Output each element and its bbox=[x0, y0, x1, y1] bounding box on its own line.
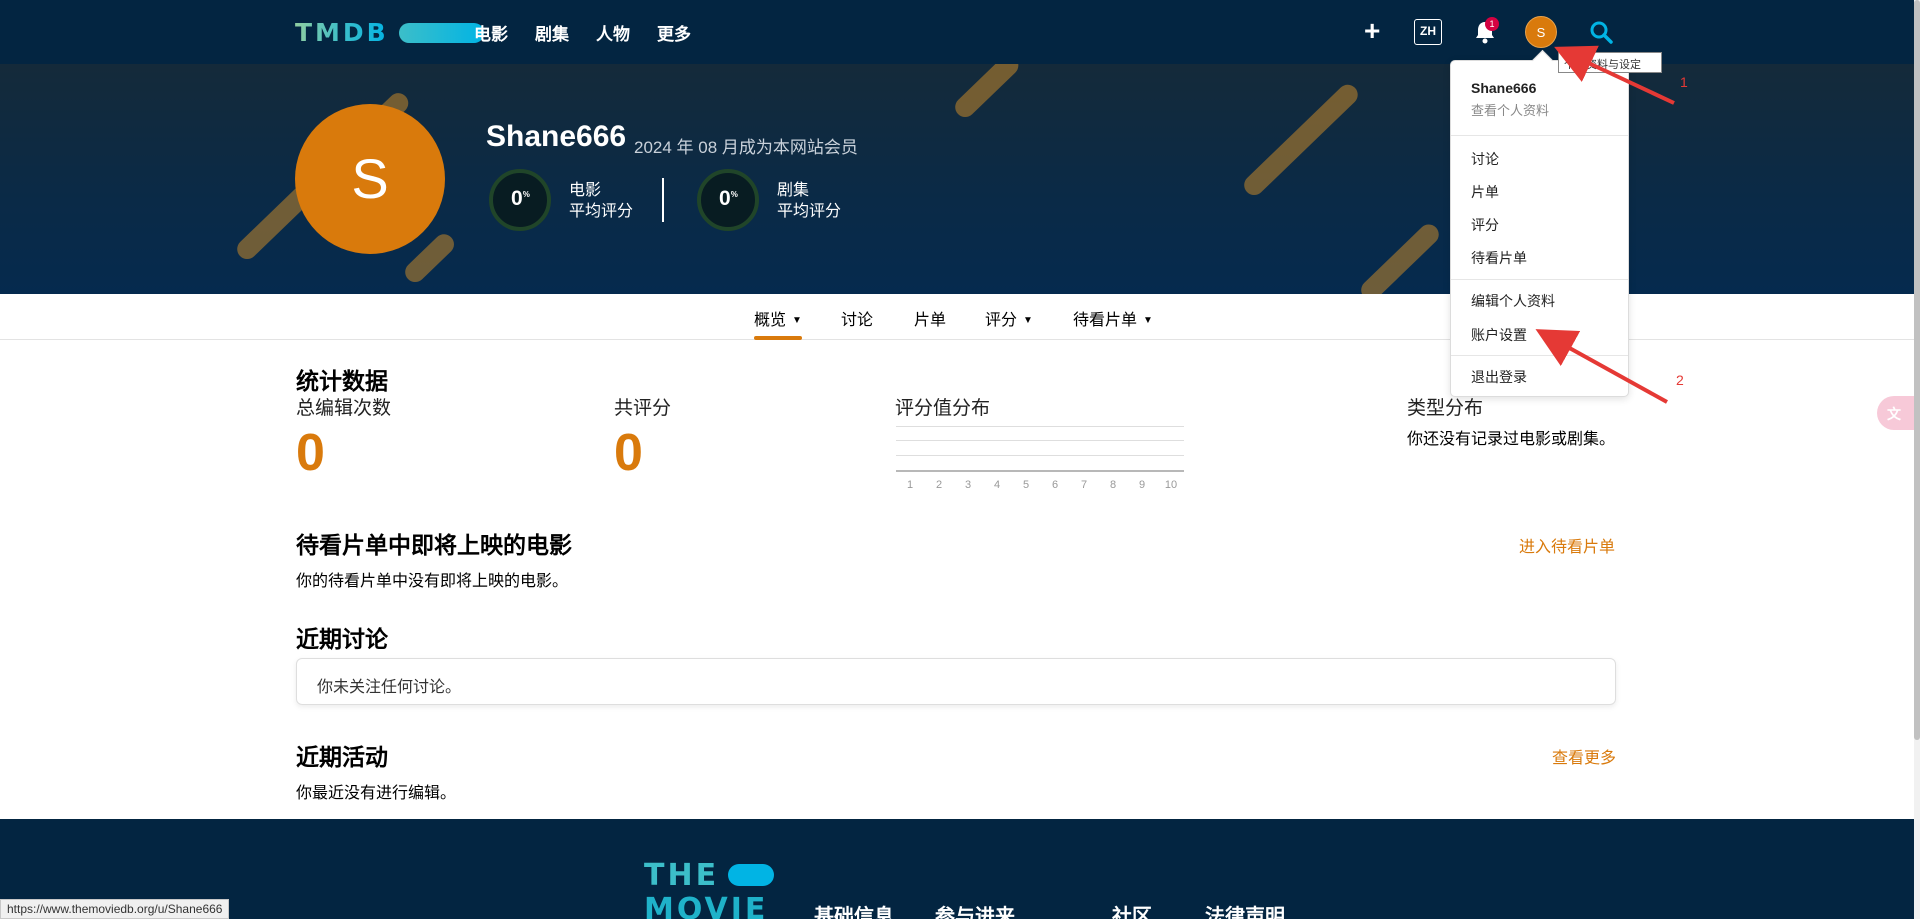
menu-divider bbox=[1451, 279, 1628, 280]
logo-text: TMDB bbox=[295, 18, 389, 47]
add-icon[interactable]: + bbox=[1364, 17, 1380, 45]
discussions-heading: 近期讨论 bbox=[296, 626, 388, 652]
dropdown-username[interactable]: Shane666 bbox=[1471, 80, 1536, 96]
tab-discussions[interactable]: 讨论 bbox=[841, 306, 873, 330]
genre-distribution-label: 类型分布 bbox=[1407, 398, 1484, 419]
rating-distribution-label: 评分值分布 bbox=[895, 398, 991, 419]
nav-movies[interactable]: 电影 bbox=[474, 20, 508, 45]
menu-item-edit-profile[interactable]: 编辑个人资料 bbox=[1471, 291, 1555, 311]
menu-divider bbox=[1451, 355, 1628, 356]
movie-score: 0% bbox=[511, 187, 530, 210]
movie-score-label: 电影 平均评分 bbox=[569, 182, 634, 220]
footer-heading-legal: 法律声明 bbox=[1205, 906, 1285, 919]
hist-tick-label: 6 bbox=[1051, 479, 1059, 491]
tab-ratings[interactable]: 评分 ▼ bbox=[985, 306, 1033, 330]
upcoming-heading: 待看片单中即将上映的电影 bbox=[296, 532, 572, 558]
hist-tick-label: 8 bbox=[1109, 479, 1117, 491]
user-menu-dropdown: Shane666 查看个人资料 讨论 片单 评分 待看片单 编辑个人资料 账户设… bbox=[1450, 60, 1629, 397]
main-nav: 电影 剧集 人物 更多 bbox=[474, 20, 718, 45]
hist-gridline bbox=[896, 426, 1184, 427]
hist-tick-label: 10 bbox=[1164, 479, 1178, 491]
hist-gridline bbox=[896, 440, 1184, 441]
search-icon[interactable] bbox=[1589, 20, 1613, 44]
decor-streak bbox=[951, 64, 1023, 122]
menu-item-ratings[interactable]: 评分 bbox=[1471, 215, 1499, 235]
view-more-link[interactable]: 查看更多 bbox=[1552, 744, 1616, 768]
nav-tv[interactable]: 剧集 bbox=[535, 20, 569, 45]
decor-streak bbox=[1240, 80, 1362, 200]
footer-heading-basics: 基础信息 bbox=[814, 906, 894, 919]
total-edits-value: 0 bbox=[296, 424, 325, 482]
activity-heading: 近期活动 bbox=[296, 744, 388, 770]
tab-overview[interactable]: 概览 ▼ bbox=[754, 306, 802, 330]
rating-distribution-chart: 1 2 3 4 5 6 7 8 9 10 bbox=[896, 426, 1184, 494]
hist-tick-label: 1 bbox=[906, 479, 914, 491]
logo-pill bbox=[398, 22, 484, 43]
total-ratings-label: 共评分 bbox=[614, 398, 672, 419]
scrollbar-thumb[interactable] bbox=[1914, 0, 1920, 740]
nav-more[interactable]: 更多 bbox=[657, 20, 691, 45]
stats-heading: 统计数据 bbox=[296, 368, 388, 394]
hist-tick-label: 3 bbox=[964, 479, 972, 491]
hist-axis bbox=[896, 470, 1184, 472]
hist-tick-label: 2 bbox=[935, 479, 943, 491]
total-ratings-value: 0 bbox=[614, 424, 643, 482]
footer-logo-bottom[interactable]: MOVIE bbox=[644, 892, 768, 919]
status-bar-url: https://www.themoviedb.org/u/Shane666 bbox=[0, 899, 230, 919]
upcoming-text: 你的待看片单中没有即将上映的电影。 bbox=[296, 573, 569, 590]
discussions-empty-text: 你未关注任何讨论。 bbox=[317, 679, 462, 696]
annotation-label-1: 1 bbox=[1680, 74, 1688, 90]
profile-username[interactable]: Shane666 bbox=[486, 120, 626, 154]
total-edits-label: 总编辑次数 bbox=[296, 398, 392, 419]
user-avatar-button[interactable]: S bbox=[1525, 16, 1557, 48]
tv-score-label: 剧集 平均评分 bbox=[777, 182, 842, 220]
hist-gridline bbox=[896, 455, 1184, 456]
menu-item-lists[interactable]: 片单 bbox=[1471, 182, 1499, 202]
footer-heading-community: 社区 bbox=[1112, 906, 1152, 919]
decor-streak bbox=[1357, 220, 1443, 294]
caret-down-icon: ▼ bbox=[1023, 315, 1033, 327]
active-tab-indicator bbox=[754, 336, 802, 340]
caret-down-icon: ▼ bbox=[792, 315, 802, 327]
hist-tick-label: 7 bbox=[1080, 479, 1088, 491]
tab-watchlist[interactable]: 待看片单 ▼ bbox=[1073, 306, 1153, 330]
annotation-label-2: 2 bbox=[1676, 372, 1684, 388]
profile-avatar[interactable]: S bbox=[295, 104, 445, 254]
menu-item-watchlist[interactable]: 待看片单 bbox=[1471, 248, 1527, 268]
caret-down-icon: ▼ bbox=[1143, 315, 1153, 327]
footer-logo-pill bbox=[728, 864, 774, 886]
menu-item-account-settings[interactable]: 账户设置 bbox=[1471, 325, 1527, 345]
hist-tick-label: 9 bbox=[1138, 479, 1146, 491]
tv-score: 0% bbox=[719, 187, 738, 210]
tmdb-logo[interactable]: TMDB bbox=[295, 18, 484, 47]
menu-item-discussions[interactable]: 讨论 bbox=[1471, 149, 1499, 169]
avatar-tooltip: 个人资料与设定 bbox=[1558, 52, 1662, 73]
score-divider bbox=[662, 178, 664, 222]
tab-lists[interactable]: 片单 bbox=[914, 306, 946, 330]
language-button[interactable]: ZH bbox=[1414, 19, 1442, 45]
activity-text: 你最近没有进行编辑。 bbox=[296, 785, 457, 802]
genre-distribution-text: 你还没有记录过电影或剧集。 bbox=[1407, 431, 1616, 448]
menu-divider bbox=[1451, 135, 1628, 136]
go-to-watchlist-link[interactable]: 进入待看片单 bbox=[1519, 533, 1615, 557]
menu-item-logout[interactable]: 退出登录 bbox=[1471, 367, 1527, 387]
view-profile-link[interactable]: 查看个人资料 bbox=[1471, 100, 1549, 119]
notification-badge: 1 bbox=[1485, 17, 1499, 31]
discussions-empty-box: 你未关注任何讨论。 bbox=[296, 658, 1616, 705]
footer-heading-get-involved: 参与进来 bbox=[935, 906, 1015, 919]
translate-icon: 文 bbox=[1887, 406, 1901, 422]
member-since: 2024 年 08 月成为本网站会员 bbox=[634, 138, 858, 157]
footer-logo-top[interactable]: THE bbox=[644, 858, 719, 893]
hist-tick-label: 4 bbox=[993, 479, 1001, 491]
hist-tick-label: 5 bbox=[1022, 479, 1030, 491]
nav-people[interactable]: 人物 bbox=[596, 20, 630, 45]
